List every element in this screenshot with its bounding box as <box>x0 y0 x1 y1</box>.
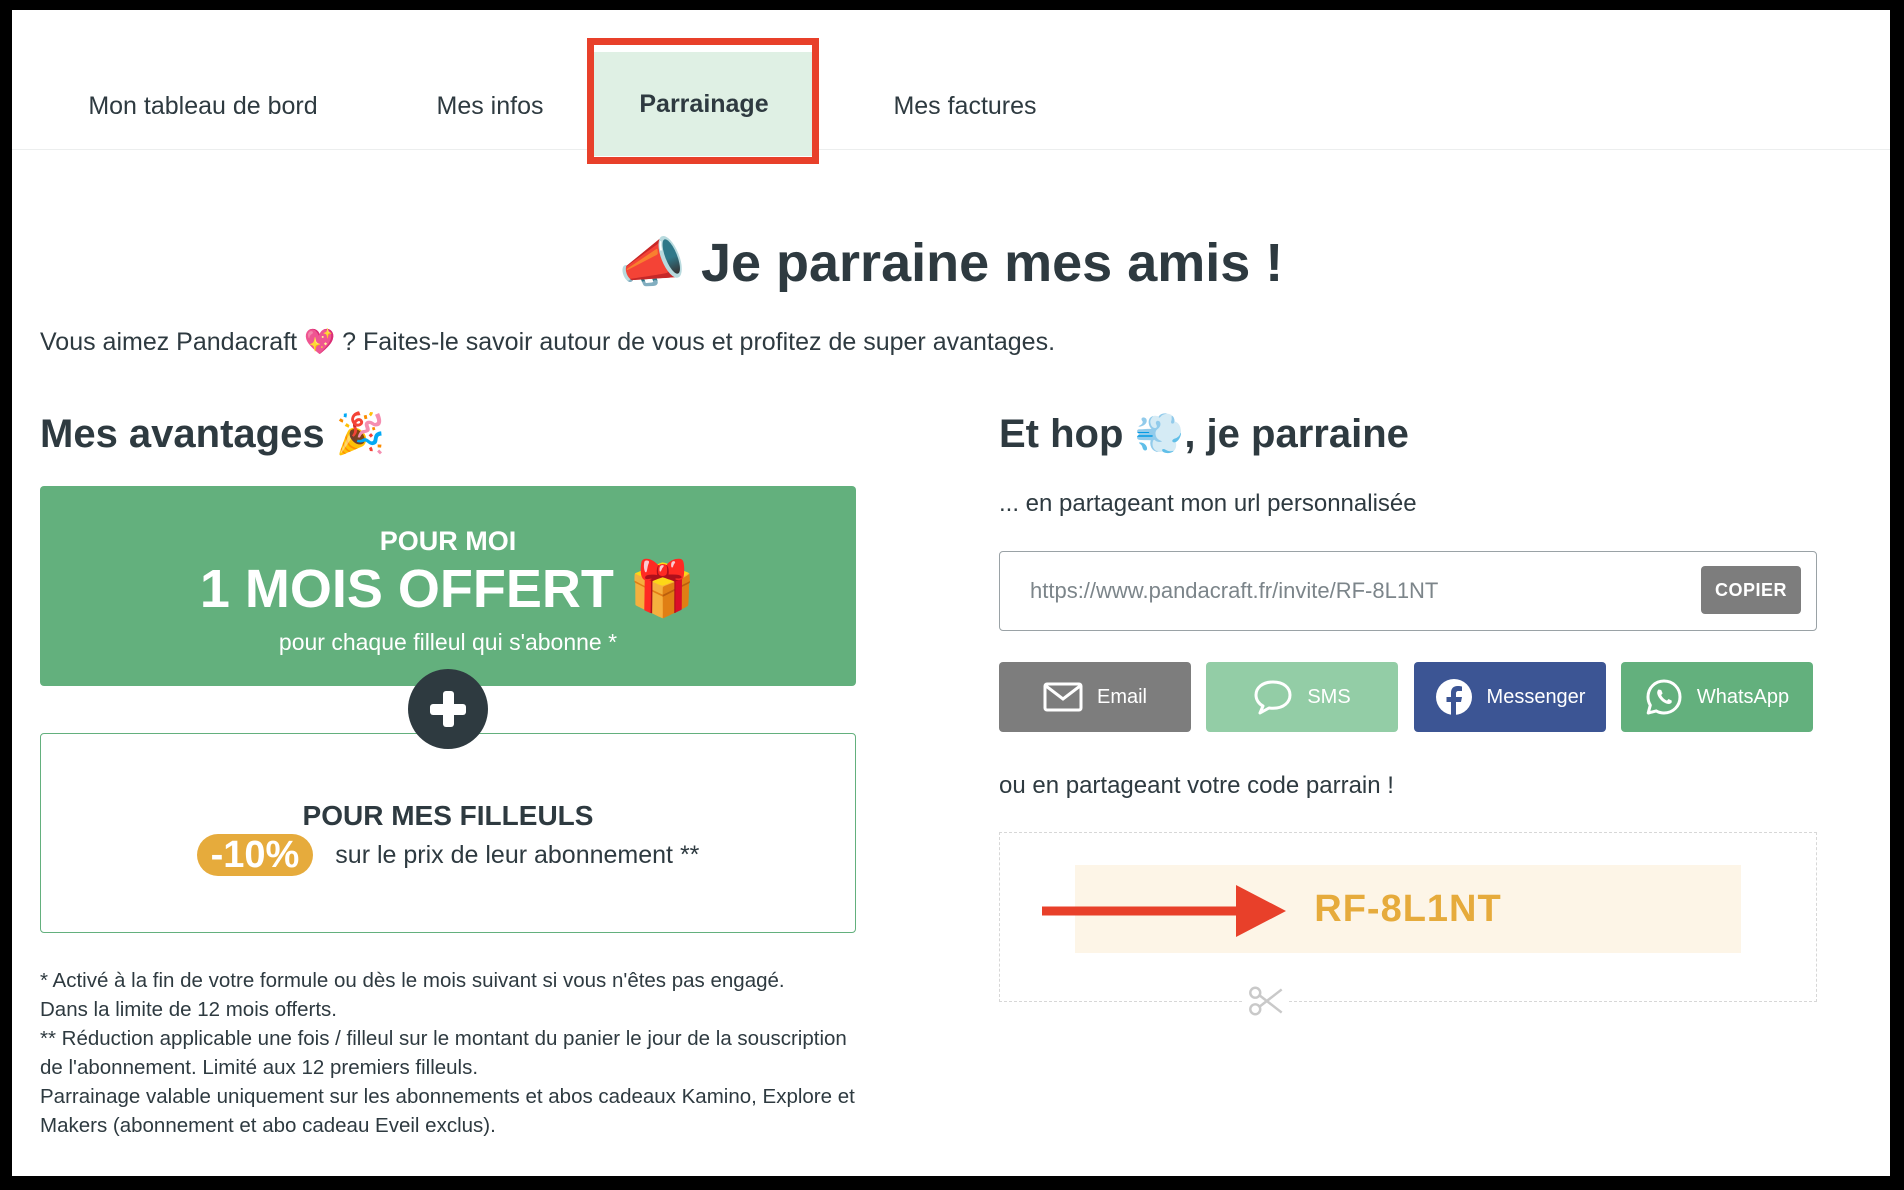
discount-text: sur le prix de leur abonnement ** <box>335 840 700 869</box>
page-title: 📣 Je parraine mes amis ! <box>618 233 1284 293</box>
reward-for-referrals-card: POUR MES FILLEULS -10% sur le prix de le… <box>40 733 856 933</box>
intro-text: Vous aimez Pandacraft 💖 ? Faites-le savo… <box>40 328 1056 356</box>
footnote-line: ** Réduction applicable une fois / fille… <box>40 1027 847 1079</box>
tab-my-info[interactable]: Mes infos <box>410 52 570 160</box>
share-sms-label: SMS <box>1307 685 1351 708</box>
reward-for-referrals-label: POUR MES FILLEULS <box>302 800 594 831</box>
scissors-icon <box>1243 981 1289 1021</box>
share-email-button[interactable]: Email <box>999 662 1191 732</box>
share-messenger-button[interactable]: Messenger <box>1414 662 1606 732</box>
share-whatsapp-button[interactable]: WhatsApp <box>1621 662 1813 732</box>
tab-invoices[interactable]: Mes factures <box>870 52 1060 160</box>
tab-dashboard[interactable]: Mon tableau de bord <box>78 52 328 160</box>
footnote-line: * Activé à la fin de votre formule ou dè… <box>40 969 785 992</box>
share-heading: Et hop 💨, je parraine <box>999 412 1409 456</box>
discount-badge: -10% <box>196 834 314 876</box>
account-tabs: Mon tableau de bord Mes infos Parrainage… <box>12 10 1890 164</box>
footnote-line: Dans la limite de 12 mois offerts. <box>40 998 337 1021</box>
code-label: ou en partageant votre code parrain ! <box>999 772 1394 799</box>
referral-url-field: COPIER <box>999 551 1817 631</box>
reward-for-me-subtext: pour chaque filleul qui s'abonne * <box>278 629 618 655</box>
page-frame: Mon tableau de bord Mes infos Parrainage… <box>12 10 1890 1176</box>
referral-url-input[interactable] <box>1030 572 1670 610</box>
plus-icon <box>408 669 488 749</box>
tab-referral[interactable]: Parrainage <box>594 52 814 156</box>
footnote-line: Parrainage valable uniquement sur les ab… <box>40 1085 855 1137</box>
reward-for-me-card: POUR MOI 1 MOIS OFFERT 🎁 pour chaque fil… <box>40 486 856 686</box>
reward-for-me-label: POUR MOI <box>379 526 517 556</box>
envelope-icon <box>1043 682 1083 712</box>
share-whatsapp-label: WhatsApp <box>1696 685 1790 708</box>
share-url-label: ... en partageant mon url personnalisée <box>999 490 1417 517</box>
facebook-icon <box>1435 679 1472 716</box>
whatsapp-icon <box>1646 679 1682 715</box>
chat-bubble-icon <box>1254 680 1292 715</box>
footnotes: * Activé à la fin de votre formule ou dè… <box>40 966 860 1140</box>
advantages-heading: Mes avantages 🎉 <box>40 412 386 456</box>
referral-code-coupon: RF-8L1NT <box>999 832 1817 1021</box>
share-email-label: Email <box>1096 685 1147 708</box>
arrow-icon <box>1042 885 1286 937</box>
reward-for-me-offer: 1 MOIS OFFERT 🎁 <box>199 559 697 619</box>
share-messenger-label: Messenger <box>1486 685 1586 708</box>
share-sms-button[interactable]: SMS <box>1206 662 1398 732</box>
copy-button[interactable]: COPIER <box>1701 566 1801 614</box>
